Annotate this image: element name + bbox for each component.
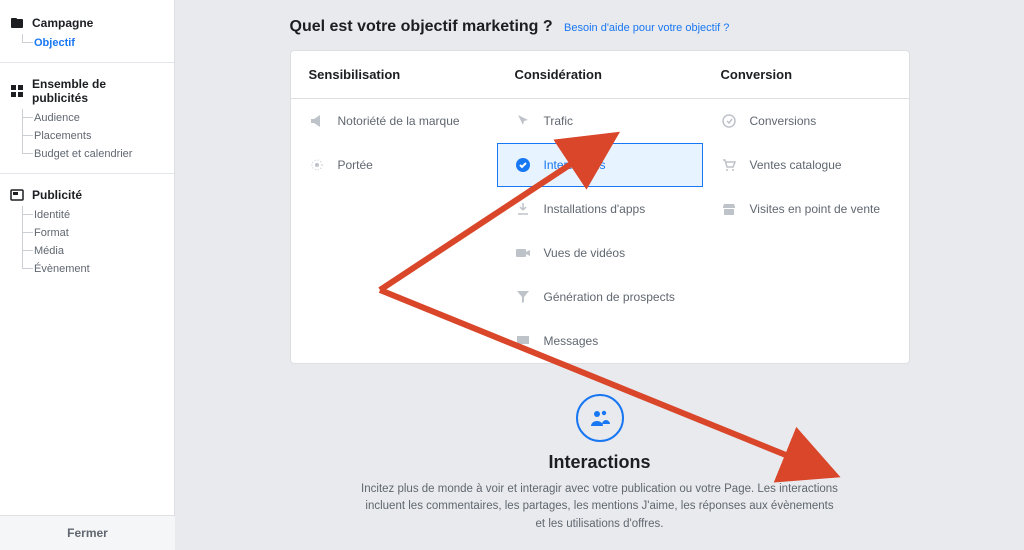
megaphone-icon [308, 112, 326, 130]
download-icon [514, 200, 532, 218]
pointer-icon [514, 112, 532, 130]
sidebar: Campagne Objectif Ensemble de publicités… [0, 0, 175, 550]
objective-catalog-sales[interactable]: Ventes catalogue [703, 143, 909, 187]
sidebar-item-format[interactable]: Format [18, 224, 174, 242]
check-circle-icon [514, 156, 532, 174]
objective-store-visits[interactable]: Visites en point de vente [703, 187, 909, 231]
sidebar-group-campaign[interactable]: Campagne [0, 12, 174, 34]
sidebar-item-objective[interactable]: Objectif [18, 34, 174, 52]
objectives-card: Sensibilisation Considération Conversion… [290, 50, 910, 364]
sidebar-item-media[interactable]: Média [18, 242, 174, 260]
col-header-consideration: Considération [497, 51, 703, 98]
sidebar-item-identity[interactable]: Identité [18, 206, 174, 224]
cart-icon [720, 156, 738, 174]
target-icon [308, 156, 326, 174]
video-icon [514, 244, 532, 262]
close-button[interactable]: Fermer [0, 515, 175, 550]
page-title: Quel est votre objectif marketing ? [290, 18, 553, 35]
funnel-icon [514, 288, 532, 306]
detail-title: Interactions [290, 452, 910, 473]
folder-icon [10, 16, 24, 30]
chat-icon [514, 332, 532, 350]
objective-traffic[interactable]: Trafic [497, 99, 703, 143]
col-header-awareness: Sensibilisation [291, 51, 497, 98]
sidebar-item-placements[interactable]: Placements [18, 127, 174, 145]
store-icon [720, 200, 738, 218]
ad-icon [10, 188, 24, 202]
sidebar-item-audience[interactable]: Audience [18, 109, 174, 127]
col-header-conversion: Conversion [703, 51, 909, 98]
objective-messages[interactable]: Messages [497, 319, 703, 363]
main-content: Quel est votre objectif marketing ? Beso… [175, 0, 1024, 550]
objective-reach[interactable]: Portée [291, 143, 497, 187]
circle-arrow-icon [720, 112, 738, 130]
sidebar-group-label: Campagne [32, 16, 93, 30]
objective-video-views[interactable]: Vues de vidéos [497, 231, 703, 275]
objective-detail: Interactions Incitez plus de monde à voi… [290, 394, 910, 533]
people-icon [576, 394, 624, 442]
help-link[interactable]: Besoin d'aide pour votre objectif ? [564, 22, 729, 34]
objective-engagement[interactable]: Interactions [497, 143, 703, 187]
detail-description: Incitez plus de monde à voir et interagi… [360, 481, 840, 533]
sidebar-item-budget[interactable]: Budget et calendrier [18, 145, 174, 163]
sidebar-group-label: Publicité [32, 188, 82, 202]
objective-lead-gen[interactable]: Génération de prospects [497, 275, 703, 319]
sidebar-group-label: Ensemble de publicités [32, 77, 164, 105]
sidebar-group-ad[interactable]: Publicité [0, 184, 174, 206]
objective-brand-awareness[interactable]: Notoriété de la marque [291, 99, 497, 143]
objective-app-installs[interactable]: Installations d'apps [497, 187, 703, 231]
sidebar-item-event[interactable]: Évènement [18, 260, 174, 278]
sidebar-group-adset[interactable]: Ensemble de publicités [0, 73, 174, 109]
objective-conversions[interactable]: Conversions [703, 99, 909, 143]
grid-icon [10, 84, 24, 98]
